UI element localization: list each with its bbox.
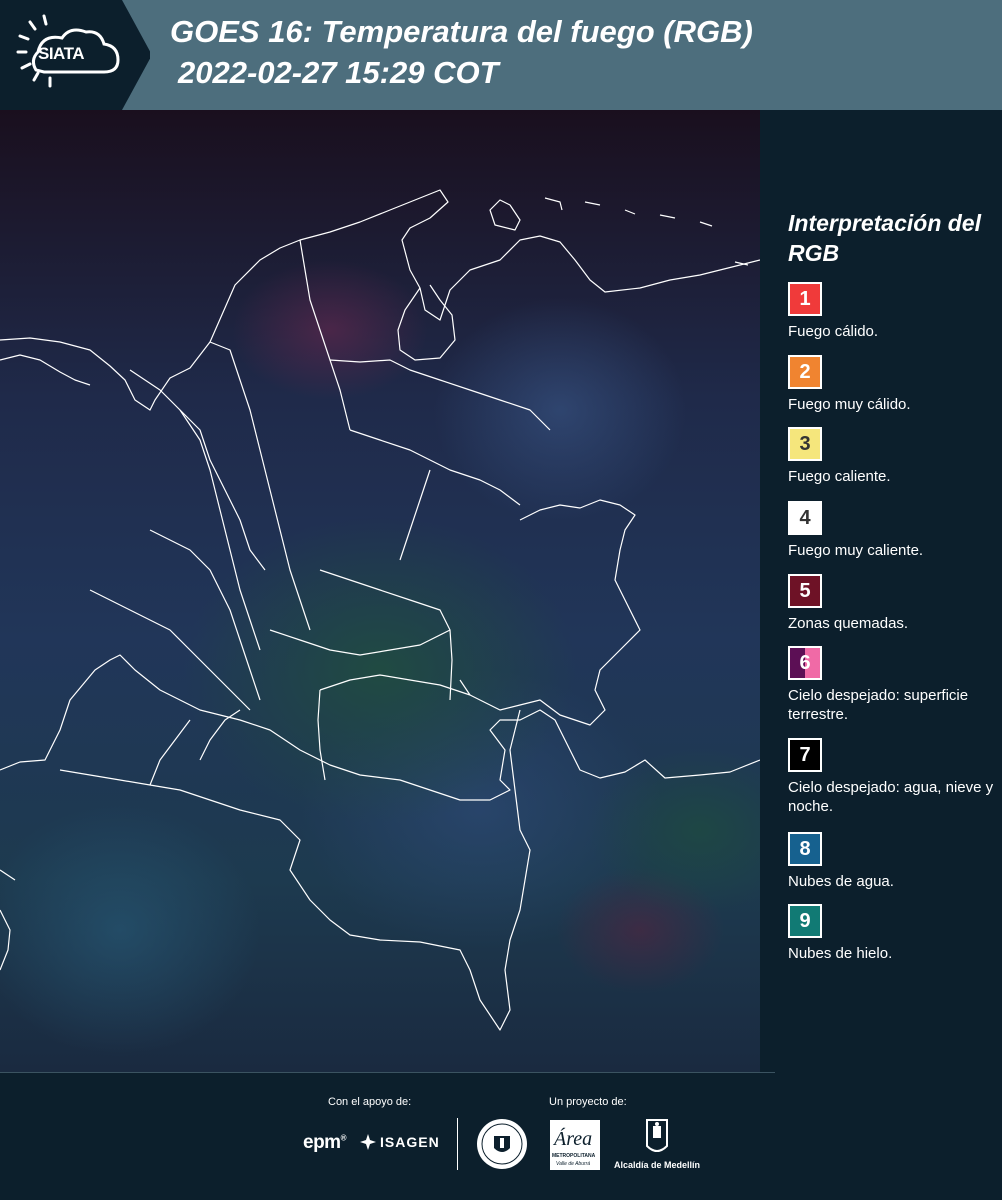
legend-item-6: 6 Cielo despejado: superficie terrestre. <box>788 646 998 724</box>
legend-item-4: 4 Fuego muy caliente. <box>788 501 998 560</box>
legend-number: 4 <box>799 506 811 529</box>
legend-swatch-7: 7 <box>788 738 822 772</box>
legend-label: Cielo despejado: agua, nieve y noche. <box>788 779 994 815</box>
legend-title: Interpretación del RGB <box>788 210 981 266</box>
legend-item-1: 1 Fuego cálido. <box>788 282 998 341</box>
legend-label: Cielo despejado: superficie terrestre. <box>788 687 969 723</box>
siata-logo[interactable]: SIATA <box>0 0 152 110</box>
epm-logo-text: epm <box>303 1132 341 1153</box>
footer: Con el apoyo de: Un proyecto de: epm® IS… <box>0 1072 1002 1200</box>
legend-number: 8 <box>799 837 811 860</box>
legend-swatch-5: 5 <box>788 574 822 608</box>
area-logo-word: Área <box>554 1128 593 1150</box>
project-label: Un proyecto de: <box>549 1096 627 1108</box>
epm-logo[interactable]: epm® <box>303 1132 347 1154</box>
isagen-logo-text: ISAGEN <box>380 1134 440 1150</box>
legend-swatch-9: 9 <box>788 904 822 938</box>
legend-item-7: 7 Cielo despejado: agua, nieve y noche. <box>788 738 998 816</box>
legend-label: Fuego cálido. <box>788 323 879 340</box>
legend-number: 2 <box>799 360 811 383</box>
legend-number: 5 <box>799 579 811 602</box>
legend-label: Fuego muy cálido. <box>788 396 911 413</box>
department-borders <box>0 189 760 1031</box>
area-logo-subtitle-2: Valle de Aburrá <box>556 1161 591 1167</box>
header-bar: SIATA GOES 16: Temperatura del fuego (RG… <box>0 0 1002 110</box>
legend-swatch-8: 8 <box>788 832 822 866</box>
area-metropolitana-logo[interactable]: Área METROPOLITANA Valle de Aburrá <box>550 1120 600 1170</box>
legend-item-8: 8 Nubes de agua. <box>788 832 998 891</box>
isagen-mark-icon <box>360 1134 376 1150</box>
legend-item-2: 2 Fuego muy cálido. <box>788 355 998 414</box>
page-title: GOES 16: Temperatura del fuego (RGB) <box>170 14 753 49</box>
legend-swatch-4: 4 <box>788 501 822 535</box>
isagen-logo[interactable]: ISAGEN <box>360 1134 440 1150</box>
legend-swatch-3: 3 <box>788 427 822 461</box>
medellin-logo-text: Alcaldía de Medellín <box>613 1160 701 1170</box>
legend-swatch-6: 6 <box>788 646 822 680</box>
legend-label: Nubes de hielo. <box>788 945 893 962</box>
legend-swatch-1: 1 <box>788 282 822 316</box>
legend-label: Fuego muy caliente. <box>788 542 924 559</box>
support-label: Con el apoyo de: <box>328 1096 412 1108</box>
page-timestamp: 2022-02-27 15:29 COT <box>178 55 499 90</box>
legend-label: Fuego caliente. <box>788 468 891 485</box>
legend-label: Zonas quemadas. <box>788 615 909 632</box>
satellite-map[interactable] <box>0 110 760 1072</box>
alcaldia-medellin-logo[interactable]: Alcaldía de Medellín <box>612 1118 702 1174</box>
legend-number: 3 <box>799 432 811 455</box>
footer-rule <box>0 1072 775 1073</box>
municipal-seal-icon[interactable] <box>476 1118 528 1170</box>
medellin-crest-icon <box>646 1119 668 1152</box>
legend-label: Nubes de agua. <box>788 873 894 890</box>
legend-swatch-2: 2 <box>788 355 822 389</box>
legend-item-9: 9 Nubes de hielo. <box>788 904 998 963</box>
footer-divider <box>457 1118 458 1170</box>
legend-number: 7 <box>799 743 811 766</box>
legend-number: 6 <box>799 651 811 674</box>
legend-item-5: 5 Zonas quemadas. <box>788 574 998 633</box>
rgb-legend: Interpretación del RGB 1 Fuego cálido. 2… <box>760 110 1002 1072</box>
legend-number: 1 <box>799 287 811 310</box>
siata-logo-text: SIATA <box>38 44 84 63</box>
area-logo-subtitle: METROPOLITANA <box>552 1153 596 1159</box>
legend-number: 9 <box>799 909 811 932</box>
legend-item-3: 3 Fuego caliente. <box>788 427 998 486</box>
